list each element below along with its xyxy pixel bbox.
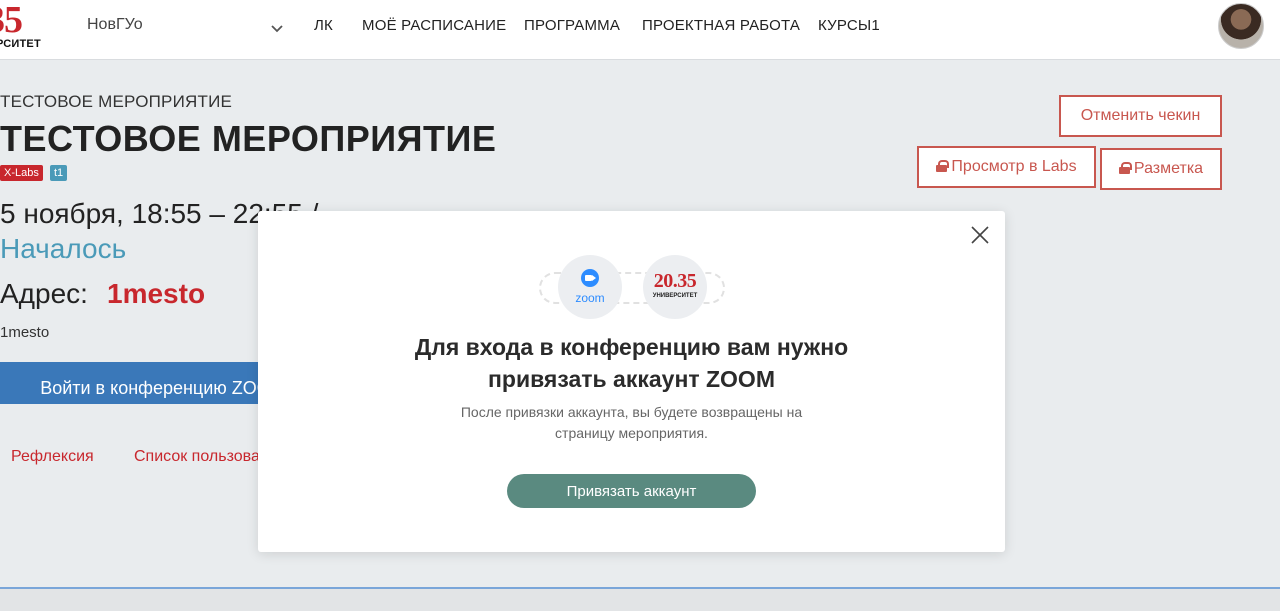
modal-subtitle-line2: страницу мероприятия.	[555, 425, 708, 441]
lock-icon	[936, 160, 950, 172]
zoom-logo: zoom	[558, 255, 622, 319]
user-avatar[interactable]	[1218, 3, 1264, 49]
link-account-button[interactable]: Привязать аккаунт	[507, 474, 756, 508]
event-status: Началось	[0, 233, 127, 264]
event-title: ТЕСТОВОЕ МЕРОПРИЯТИЕ	[0, 118, 497, 159]
nav-item-schedule[interactable]: МОЁ РАСПИСАНИЕ	[362, 17, 506, 34]
markup-button[interactable]: Разметка	[1100, 148, 1222, 190]
university-badge: 20.35 УНИВЕРСИТЕТ	[643, 255, 707, 319]
tag-xlabs: X-Labs	[0, 165, 43, 181]
top-header: 35 РСИТЕТ НовГУо ЛК МОЁ РАСПИСАНИЕ ПРОГР…	[0, 0, 1280, 60]
event-kicker: ТЕСТОВОЕ МЕРОПРИЯТИЕ	[0, 92, 233, 111]
tag-t1: t1	[50, 165, 68, 181]
nav-item-program[interactable]: ПРОГРАММА	[524, 17, 620, 34]
close-icon[interactable]	[970, 225, 990, 245]
university-number: 20.35	[653, 270, 697, 292]
nav-item-lk[interactable]: ЛК	[314, 17, 333, 34]
footer-area	[0, 589, 1280, 611]
view-in-labs-button[interactable]: Просмотр в Labs	[917, 146, 1096, 188]
cancel-checkin-label: Отменить чекин	[1080, 107, 1201, 124]
modal-title: Для входа в конференцию вам нужно привяз…	[258, 331, 1005, 395]
view-in-labs-label: Просмотр в Labs	[951, 158, 1077, 175]
organization-selector[interactable]: НовГУо	[87, 16, 143, 34]
nav-item-project-work[interactable]: ПРОЕКТНАЯ РАБОТА	[642, 17, 800, 34]
cancel-checkin-button[interactable]: Отменить чекин	[1059, 95, 1222, 137]
modal-title-line1: Для входа в конференцию вам нужно	[414, 334, 849, 360]
logo-subtitle: РСИТЕТ	[0, 38, 41, 50]
zoom-wordmark: zoom	[575, 291, 605, 305]
tab-reflection[interactable]: Рефлексия	[11, 448, 94, 466]
zoom-camera-icon	[581, 269, 599, 287]
modal-subtitle: После привязки аккаунта, вы будете возвр…	[258, 402, 1005, 444]
join-conference-button[interactable]: Войти в конференцию ZOOM	[0, 362, 300, 404]
address-label: Адрес:	[0, 278, 88, 309]
address-value: 1mesto	[107, 278, 206, 309]
lock-icon	[1118, 162, 1132, 174]
chevron-down-icon[interactable]	[270, 22, 284, 36]
modal-title-line2: привязать аккаунт ZOOM	[488, 366, 775, 392]
modal-subtitle-line1: После привязки аккаунта, вы будете возвр…	[460, 404, 803, 420]
university-word: УНИВЕРСИТЕТ	[652, 293, 698, 299]
logo-number: 35	[0, 0, 23, 41]
nav-item-courses[interactable]: КУРСЫ1	[818, 17, 880, 34]
zoom-link-modal: zoom 20.35 УНИВЕРСИТЕТ Для входа в конфе…	[258, 211, 1005, 552]
university-logo[interactable]: 35 РСИТЕТ	[0, 0, 50, 60]
markup-label: Разметка	[1133, 160, 1204, 177]
address-detail: 1mesto	[0, 324, 50, 341]
